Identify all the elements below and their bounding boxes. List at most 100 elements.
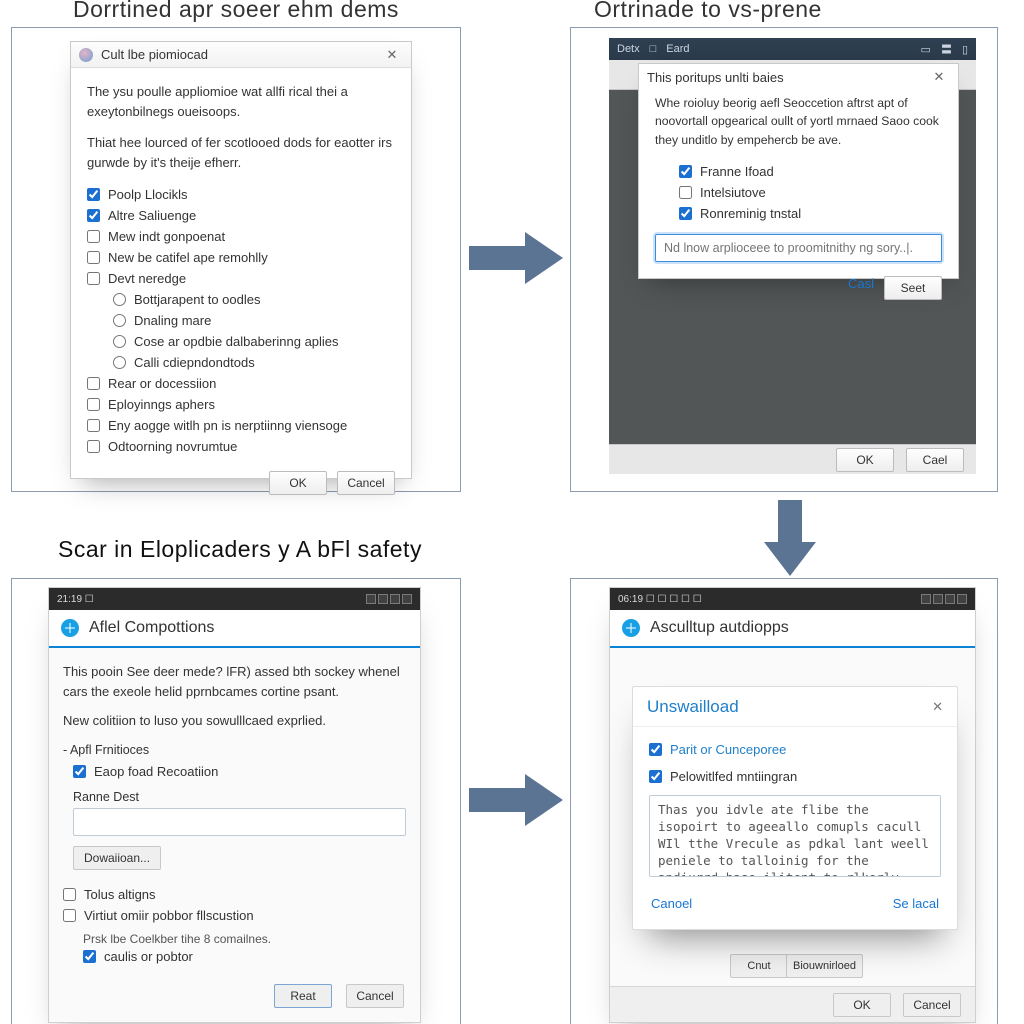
checkbox[interactable] [87, 419, 100, 432]
checkbox-label: Rear or docessiion [108, 376, 216, 391]
arrow-right-icon [467, 770, 565, 830]
app-menuband: Detx □ Eard ▭ 〓 ▯ [609, 38, 976, 60]
toolbar-icon[interactable]: 〓 [941, 41, 952, 57]
menu-item[interactable]: Detx [617, 43, 640, 55]
checkbox-label: Eaop foad Recoatiion [94, 764, 218, 779]
radio[interactable] [113, 293, 126, 306]
checkbox[interactable] [679, 186, 692, 199]
cnut-button[interactable]: Cnut [730, 954, 788, 978]
close-icon[interactable]: ✕ [379, 44, 405, 66]
checkbox-label: Tolus altigns [84, 887, 156, 902]
search-input[interactable] [655, 234, 942, 262]
checkbox[interactable] [649, 770, 662, 783]
checkbox[interactable] [63, 909, 76, 922]
checkbox[interactable] [87, 230, 100, 243]
radio-label: Calli cdiepndondtods [134, 355, 255, 370]
dialog-paragraph: Whe roioluy beorig aefl Seoccetion aftrs… [655, 94, 942, 149]
app-bottomband: OK Cael [609, 444, 976, 474]
close-icon[interactable]: ✕ [932, 699, 943, 715]
panel-step-4: 06:19 ☐ ☐ ☐ ☐ ☐ Asculltup autdiopps Cnut… [570, 578, 998, 1024]
checkbox[interactable] [87, 377, 100, 390]
heading-bottom-left: Scar in Eloplicaders y A bFl safety [58, 536, 422, 563]
heading-top-right: Ortrinade to vs-prene [594, 0, 822, 23]
save-button[interactable]: Seet [884, 276, 942, 300]
dialog-paragraph: Thiat hee lourced of fer scotlooed dods … [87, 133, 395, 172]
toolbar-icon[interactable]: ▯ [962, 43, 968, 56]
note-textarea[interactable] [649, 795, 941, 877]
option-list: Poolp Llocikls Altre Saliuenge Mew indt … [87, 184, 395, 457]
screen-title: Asculltup autdiopps [650, 619, 789, 637]
download-button[interactable]: Dowaiioan... [73, 846, 161, 870]
checkbox[interactable] [679, 165, 692, 178]
cancel-button[interactable]: Cancel [337, 471, 395, 495]
checkbox-label: Devt neredge [108, 271, 186, 286]
mobile-step-4: 06:19 ☐ ☐ ☐ ☐ ☐ Asculltup autdiopps Cnut… [609, 587, 976, 1023]
select-button[interactable]: Se lacal [893, 896, 939, 911]
checkbox[interactable] [649, 743, 662, 756]
checkbox-label: Eployinngs aphers [108, 397, 215, 412]
checkbox-label: Franne Ifoad [700, 164, 774, 179]
dialog-paragraph: The ysu poulle appliomioe wat allfi rica… [87, 82, 395, 121]
mobile-statusbar: 06:19 ☐ ☐ ☐ ☐ ☐ [610, 588, 975, 610]
reset-button[interactable]: Reat [274, 984, 332, 1008]
popup-unswailload: Unswailload ✕ Parit or Cunceporee Pelowi… [632, 686, 958, 930]
cancel-button[interactable]: Cancel [346, 984, 404, 1008]
checkbox[interactable] [87, 440, 100, 453]
status-clock: 06:19 ☐ ☐ ☐ ☐ ☐ [618, 594, 702, 605]
ranne-input[interactable] [73, 808, 406, 836]
dialog-title: Cult lbe piomiocad [101, 47, 208, 62]
mobile-header: Asculltup autdiopps [610, 610, 975, 648]
panel-step-2: Detx □ Eard ▭ 〓 ▯ OK Cael This poritups unlt… [570, 27, 998, 492]
checkbox[interactable] [87, 272, 100, 285]
field-label: Ranne Dest [63, 790, 406, 804]
mobile-statusbar: 21:19 ☐ [49, 588, 420, 610]
ok-button[interactable]: OK [836, 448, 894, 472]
checkbox-label: Ronreminig tnstal [700, 206, 801, 221]
checkbox[interactable] [679, 207, 692, 220]
heading-top-left: Dorrtined apr soeer ehm dems [73, 0, 399, 23]
cancel-button[interactable]: Casl [848, 276, 874, 300]
toolbar-icon[interactable]: ▭ [921, 43, 931, 56]
checkbox[interactable] [87, 188, 100, 201]
body-paragraph: New colitiion to luso you sowulllcaed ex… [63, 711, 406, 731]
dialog-title: This poritups unlti baies [647, 70, 784, 85]
radio[interactable] [113, 314, 126, 327]
ok-button[interactable]: OK [269, 471, 327, 495]
arrow-down-icon [760, 498, 820, 578]
biouwn-button[interactable]: Biouwnirloed [786, 954, 863, 978]
radio-label: Cose ar opdbie dalbaberinng aplies [134, 334, 339, 349]
popup-title: Unswailload [647, 697, 739, 717]
checkbox-label: Mew indt gonpoenat [108, 229, 225, 244]
checkbox[interactable] [87, 251, 100, 264]
dialog-step-1: Cult lbe piomiocad ✕ The ysu poulle appl… [70, 41, 412, 479]
mobile-step-3: 21:19 ☐ Aflel Compottions This pooin See… [48, 587, 421, 1023]
cancel-button[interactable]: Cael [906, 448, 964, 472]
status-clock: 21:19 ☐ [57, 594, 94, 605]
radio[interactable] [113, 356, 126, 369]
checkbox[interactable] [73, 765, 86, 778]
checkbox[interactable] [83, 950, 96, 963]
group-label: - Apfl Frnitioces [63, 743, 406, 757]
checkbox[interactable] [87, 398, 100, 411]
ok-button[interactable]: OK [833, 993, 891, 1017]
checkbox-label: Pelowitlfed mntiingran [670, 769, 797, 784]
checkbox-label: Parit or Cunceporee [670, 742, 786, 757]
arrow-right-icon [467, 228, 565, 288]
mobile-header: Aflel Compottions [49, 610, 420, 648]
dialog-step-2: This poritups unlti baies ✕ Whe roioluy … [638, 63, 959, 279]
cancel-button[interactable]: Canoel [651, 896, 692, 911]
checkbox[interactable] [63, 888, 76, 901]
plus-icon [61, 619, 79, 637]
body-paragraph: This pooin See deer mede? lFR) assed bth… [63, 662, 406, 701]
menu-item[interactable]: □ [650, 43, 657, 55]
radio-label: Dnaling mare [134, 313, 211, 328]
checkbox[interactable] [87, 209, 100, 222]
plus-icon [622, 619, 640, 637]
menu-item[interactable]: Eard [666, 43, 689, 55]
checkbox-label: Altre Saliuenge [108, 208, 196, 223]
close-icon[interactable]: ✕ [926, 66, 952, 88]
radio[interactable] [113, 335, 126, 348]
radio-label: Bottjarapent to oodles [134, 292, 260, 307]
note-text: Prsk lbe Coelkber tihe 8 comailnes. [63, 932, 406, 946]
cancel-button[interactable]: Cancel [903, 993, 961, 1017]
